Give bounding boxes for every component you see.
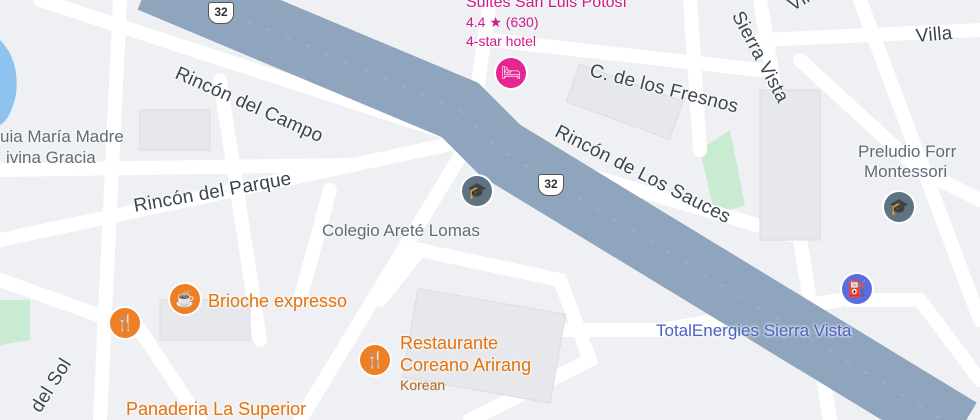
restaurant-name-line2[interactable]: Coreano Arirang [400,355,531,376]
route-shield: 32 [538,174,564,196]
hotel-rating: 4.4 ★ (630) [466,14,539,30]
fork-knife-icon[interactable]: 🍴 [110,308,140,338]
school-cap-icon[interactable]: 🎓 [462,176,492,206]
street-label: Villa [915,22,954,47]
place-name-line2[interactable]: ivina Gracia [6,148,96,168]
restaurant-category: Korean [400,377,446,393]
school-cap-icon[interactable]: 🎓 [884,192,914,222]
fork-knife-icon[interactable]: 🍴 [360,345,390,375]
route-shield: 32 [208,2,234,24]
school-name[interactable]: Colegio Areté Lomas [322,221,480,241]
restaurant-name-line1[interactable]: Restaurante [400,333,498,354]
school-name-line1[interactable]: Preludio Forr [858,142,956,162]
coffee-cup-icon[interactable]: ☕ [170,284,200,314]
hotel-category: 4-star hotel [466,33,537,49]
gas-pump-icon[interactable]: ⛽ [842,274,872,304]
place-name-line1[interactable]: uia María Madre [0,127,124,147]
cafe-name[interactable]: Brioche expresso [208,291,347,312]
bakery-name[interactable]: Panaderia La Superior [126,399,306,420]
gas-station-name[interactable]: TotalEnergies Sierra Vista [656,321,851,341]
school-name-line2[interactable]: Montessori [864,162,947,182]
hotel-name[interactable]: Suites San Luis Potosí [466,0,627,12]
park-area [0,300,30,345]
hotel-bed-icon[interactable]: 🛏 [496,58,526,88]
map-canvas[interactable]: 32 32 Rincón del Campo Rincón del Parque… [0,0,980,420]
